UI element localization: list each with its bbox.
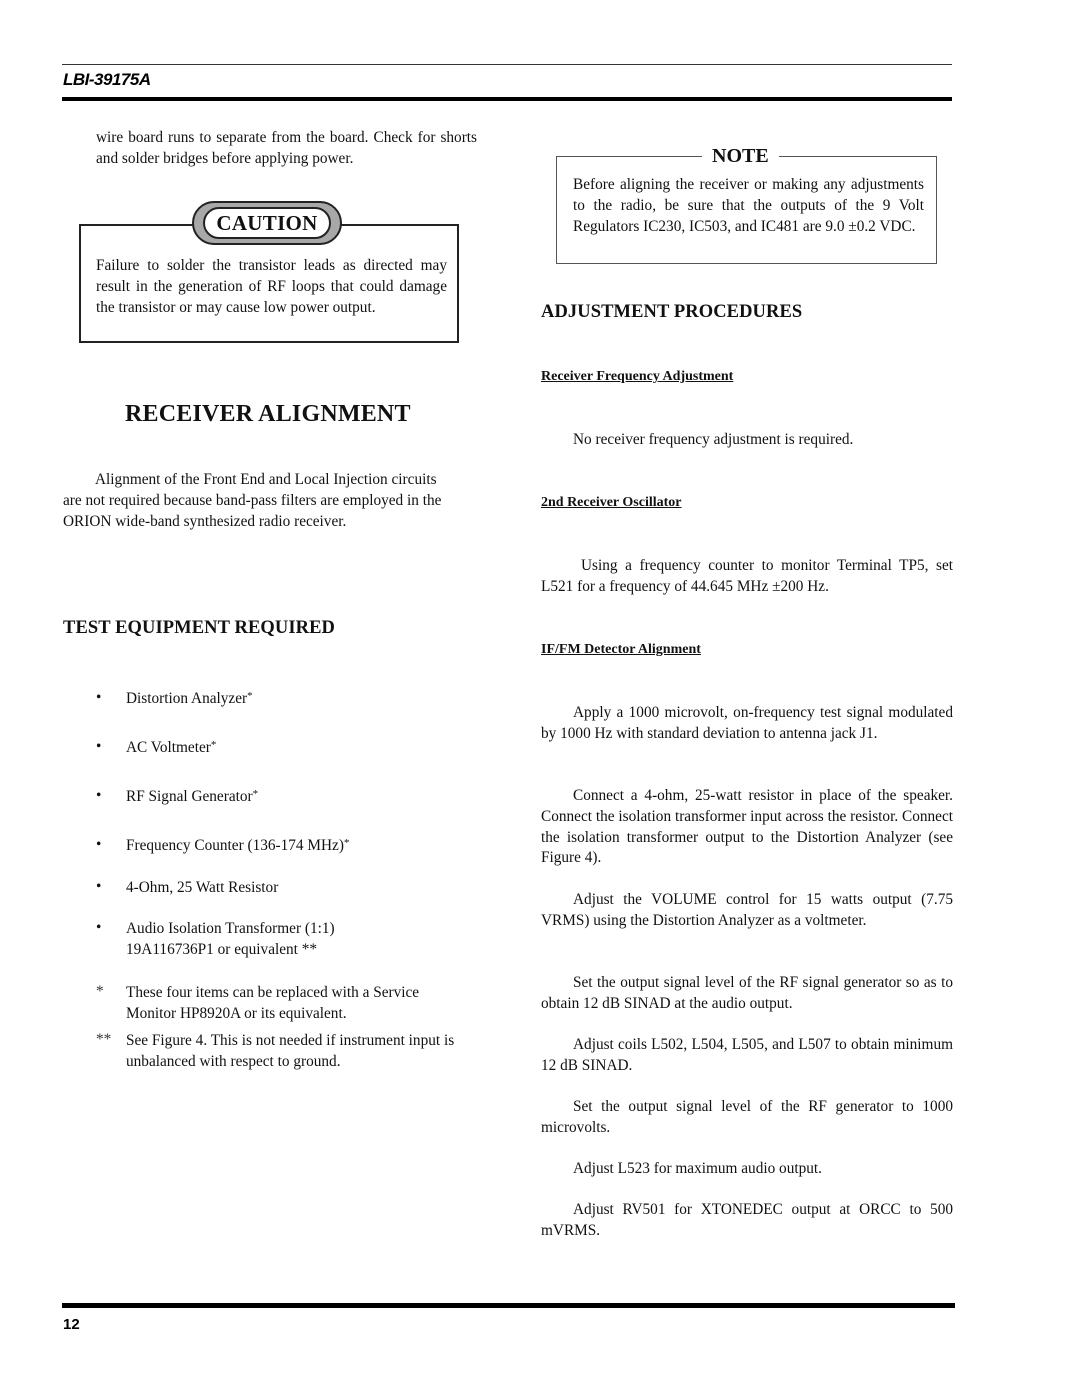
test-equipment-heading: TEST EQUIPMENT REQUIRED	[63, 618, 335, 638]
adjustment-procedures-heading: ADJUSTMENT PROCEDURES	[541, 302, 803, 322]
bullet-icon: •	[96, 787, 102, 804]
bullet-icon: •	[96, 738, 102, 755]
note-text: Before aligning the receiver or making a…	[573, 176, 924, 235]
paragraph: Adjust coils L502, L504, L505, and L507 …	[541, 1036, 953, 1074]
receiver-alignment-heading: RECEIVER ALIGNMENT	[125, 401, 411, 427]
header-rule-thin	[62, 64, 952, 65]
list-item: Distortion Analyzer*	[126, 690, 253, 707]
list-item: RF Signal Generator*	[126, 788, 259, 805]
intro-paragraph: wire board runs to separate from the boa…	[96, 129, 477, 167]
asterisk-mark: *	[247, 690, 253, 702]
list-item: 4-Ohm, 25 Watt Resistor	[126, 879, 279, 896]
receiver-alignment-text: Alignment of the Front End and Local Inj…	[63, 471, 442, 530]
header-rule-thick	[62, 97, 952, 101]
asterisk-mark: *	[210, 739, 217, 751]
paragraph: Set the output signal level of the RF si…	[541, 974, 953, 1012]
caution-text: Failure to solder the transistor leads a…	[96, 257, 447, 316]
paragraph: Apply a 1000 microvolt, on-frequency tes…	[541, 704, 953, 742]
receiver-frequency-adjustment-subheading: Receiver Frequency Adjustment	[541, 369, 734, 384]
page-number: 12	[63, 1316, 80, 1333]
asterisk-mark: *	[252, 788, 259, 800]
list-item: AC Voltmeter*	[126, 739, 217, 756]
paragraph: Adjust L523 for maximum audio output.	[573, 1160, 822, 1177]
footnote-mark: **	[96, 1031, 112, 1048]
bullet-icon: •	[96, 919, 102, 936]
bullet-icon: •	[96, 689, 102, 706]
bullet-icon: •	[96, 836, 102, 853]
bullet-icon: •	[96, 878, 102, 895]
document-id: LBI-39175A	[63, 70, 151, 89]
caution-title: CAUTION	[203, 207, 331, 239]
second-receiver-oscillator-subheading: 2nd Receiver Oscillator	[541, 495, 682, 510]
list-item: Frequency Counter (136-174 MHz)*	[126, 837, 350, 854]
paragraph: Adjust RV501 for XTONEDEC output at ORCC…	[541, 1201, 953, 1239]
asterisk-mark: *	[343, 837, 350, 849]
paragraph: Using a frequency counter to monitor Ter…	[541, 557, 953, 595]
paragraph: Connect a 4-ohm, 25-watt resistor in pla…	[541, 787, 953, 867]
footer-rule	[62, 1303, 955, 1308]
paragraph: Set the output signal level of the RF ge…	[541, 1098, 953, 1136]
if-fm-detector-alignment-subheading: IF/FM Detector Alignment	[541, 642, 701, 657]
paragraph: Adjust the VOLUME control for 15 watts o…	[541, 891, 953, 929]
paragraph: No receiver frequency adjustment is requ…	[573, 431, 854, 448]
list-item: Audio Isolation Transformer (1:1) 19A116…	[126, 920, 335, 958]
footnote-mark: *	[96, 983, 104, 1000]
note-title: NOTE	[702, 145, 779, 168]
footnote-text: See Figure 4. This is not needed if inst…	[126, 1032, 455, 1070]
footnote-text: These four items can be replaced with a …	[126, 984, 420, 1022]
